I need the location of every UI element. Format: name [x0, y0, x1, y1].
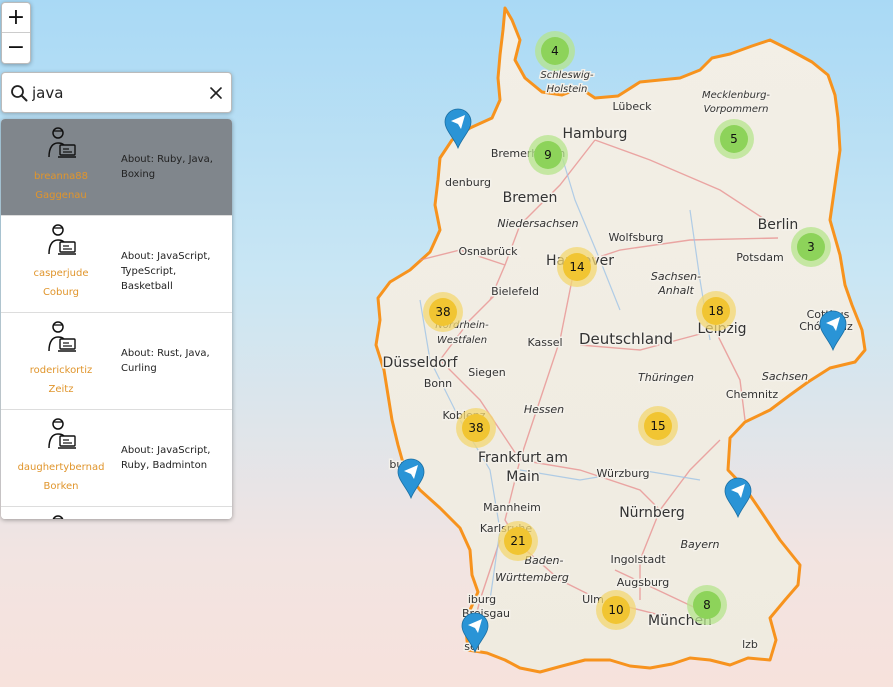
cluster-marker[interactable]: 5 — [714, 119, 754, 159]
cluster-count: 18 — [708, 304, 723, 318]
cluster-count: 5 — [730, 132, 738, 146]
zoom-in-button[interactable]: + — [2, 3, 30, 33]
place-label: Augsburg — [617, 576, 669, 589]
place-label: Chemnitz — [726, 388, 778, 401]
place-label: Kassel — [527, 336, 562, 349]
place-label: Bonn — [424, 377, 452, 390]
search-input[interactable] — [32, 82, 202, 104]
result-about: About: JavaScript, Ruby, Badminton — [121, 445, 211, 471]
result-username[interactable]: breanna88 — [1, 171, 121, 182]
zoom-control: + − — [1, 2, 31, 64]
close-icon[interactable] — [208, 85, 224, 101]
place-label: Wolfsburg — [609, 231, 664, 244]
place-label: Würzburg — [596, 467, 649, 480]
place-label: Vorpommern — [703, 104, 768, 115]
place-label: Siegen — [468, 366, 506, 379]
cluster-marker[interactable]: 3 — [791, 227, 831, 267]
place-label: Deutschland — [579, 330, 673, 348]
result-city: Zeitz — [48, 384, 74, 395]
place-label: Schleswig- — [540, 70, 594, 81]
place-label: Lübeck — [612, 100, 652, 113]
cluster-marker[interactable]: 14 — [557, 247, 597, 287]
location-pin-icon[interactable] — [397, 458, 425, 500]
place-label: Main — [506, 469, 539, 485]
place-label: Hamburg — [563, 126, 628, 142]
cluster-marker[interactable]: 8 — [687, 585, 727, 625]
cluster-count: 38 — [435, 305, 450, 319]
place-label: lzb — [742, 638, 758, 651]
place-label: Holstein — [547, 84, 588, 95]
cluster-marker[interactable]: 15 — [638, 406, 678, 446]
user-avatar-icon — [48, 321, 76, 352]
cluster-count: 14 — [569, 260, 584, 274]
place-label: Sachsen- — [651, 270, 701, 283]
place-label: Niedersachsen — [497, 217, 578, 230]
user-avatar-icon — [48, 224, 76, 255]
place-label: Ingolstadt — [610, 553, 666, 566]
cluster-count: 10 — [608, 603, 623, 617]
cluster-count: 8 — [703, 598, 711, 612]
place-label: Westfalen — [437, 335, 487, 346]
cluster-marker[interactable]: 21 — [498, 521, 538, 561]
place-label: Württemberg — [495, 571, 569, 584]
result-username[interactable]: roderickortiz — [1, 365, 121, 376]
result-item[interactable]: breanna88 Gaggenau About: Ruby, Java, Bo… — [1, 119, 232, 216]
cluster-marker[interactable]: 10 — [596, 590, 636, 630]
place-label: Mannheim — [483, 501, 541, 514]
cluster-marker[interactable]: 38 — [423, 292, 463, 332]
cluster-marker[interactable]: 38 — [456, 408, 496, 448]
result-about: About: JavaScript, TypeScript, Basketbal… — [121, 251, 211, 292]
user-avatar-icon — [48, 127, 76, 158]
place-label: Berlin — [758, 217, 799, 233]
search-results-list[interactable]: breanna88 Gaggenau About: Ruby, Java, Bo… — [1, 119, 232, 519]
place-label: Bremen — [503, 190, 558, 206]
cluster-count: 9 — [544, 148, 552, 162]
place-label: Frankfurt am — [478, 450, 568, 466]
place-label: Hessen — [524, 403, 564, 416]
result-username[interactable]: casperjude — [1, 268, 121, 279]
cluster-count: 38 — [468, 421, 483, 435]
cluster-count: 21 — [510, 534, 525, 548]
zoom-out-button[interactable]: − — [2, 33, 30, 63]
result-about: About: Ruby, Java, Boxing — [121, 154, 213, 180]
place-label: Anhalt — [657, 284, 694, 297]
search-box — [1, 72, 232, 113]
place-label: Bayern — [680, 538, 719, 551]
place-label: denburg — [445, 176, 491, 189]
search-icon — [11, 85, 28, 102]
place-label: Mecklenburg- — [702, 90, 770, 101]
cluster-count: 3 — [807, 240, 815, 254]
result-city: Borken — [43, 481, 79, 492]
cluster-marker[interactable]: 9 — [528, 135, 568, 175]
result-username[interactable]: daughertybernad — [1, 462, 121, 473]
result-about: About: Rust, Java, Curling — [121, 348, 210, 374]
place-label: Bielefeld — [491, 285, 539, 298]
user-avatar-icon — [52, 515, 64, 519]
result-city: Coburg — [42, 287, 80, 298]
cluster-marker[interactable]: 18 — [696, 291, 736, 331]
cluster-marker[interactable]: 4 — [535, 31, 575, 71]
cluster-count: 15 — [650, 419, 665, 433]
result-item[interactable]: casperjude Coburg About: JavaScript, Typ… — [1, 216, 232, 313]
result-item[interactable]: daughertybernad Borken About: JavaScript… — [1, 410, 232, 507]
result-city: Gaggenau — [35, 190, 87, 201]
place-label: Düsseldorf — [383, 355, 459, 371]
place-label: Thüringen — [638, 371, 694, 384]
result-item[interactable]: roderickortiz Zeitz About: Rust, Java, C… — [1, 313, 232, 410]
place-label: Nürnberg — [619, 505, 685, 521]
result-item-partial[interactable] — [1, 507, 232, 519]
place-label: Osnabrück — [459, 245, 519, 258]
user-avatar-icon — [48, 418, 76, 449]
place-label: Potsdam — [736, 251, 783, 264]
cluster-count: 4 — [551, 44, 559, 58]
place-label: iburg — [468, 593, 496, 606]
place-label: Sachsen — [762, 370, 808, 383]
